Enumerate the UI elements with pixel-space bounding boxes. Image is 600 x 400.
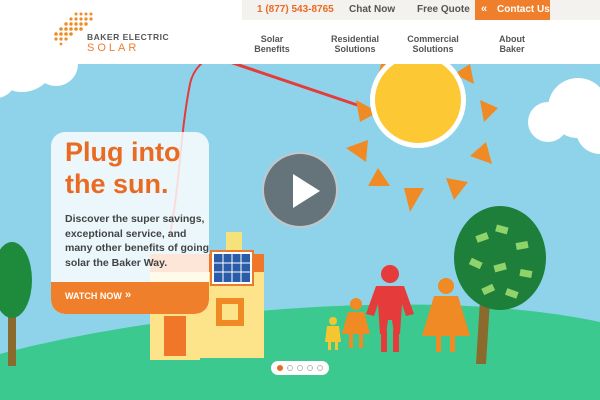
cloud-left	[0, 64, 78, 98]
page: Plug into the sun. Discover the super sa…	[0, 0, 600, 400]
carousel-dot-4[interactable]	[307, 365, 313, 371]
contact-us-label: Contact Us	[497, 4, 550, 15]
logo-wordmark-top[interactable]: BAKER ELECTRIC	[87, 32, 169, 42]
cloud-right	[528, 78, 600, 154]
watch-now-button[interactable]: WATCH NOW »	[51, 282, 209, 314]
carousel-dot-5[interactable]	[317, 365, 323, 371]
grass-hill	[0, 304, 600, 400]
nav-solar-benefits[interactable]: Solar Benefits	[244, 34, 300, 54]
play-video-button[interactable]	[262, 152, 338, 228]
nav-commercial-solutions[interactable]: Commercial Solutions	[402, 34, 464, 54]
nav-about-baker[interactable]: About Baker	[490, 34, 534, 54]
hero-promo-card: Plug into the sun. Discover the super sa…	[51, 132, 209, 314]
double-chevron-left-icon: «	[481, 3, 488, 15]
carousel-dot-2[interactable]	[287, 365, 293, 371]
nav-residential-solutions[interactable]: Residential Solutions	[325, 34, 385, 54]
watch-now-label: WATCH NOW	[65, 291, 122, 301]
sun	[346, 64, 498, 212]
double-chevron-right-icon: »	[125, 289, 132, 301]
free-quote-link[interactable]: Free Quote	[417, 0, 470, 20]
carousel-dot-1[interactable]	[277, 365, 283, 371]
chat-now-link[interactable]: Chat Now	[349, 0, 395, 20]
contact-us-button[interactable]: « Contact Us	[475, 0, 550, 20]
carousel-dot-3[interactable]	[297, 365, 303, 371]
site-header: 1 (877) 543-8765 Chat Now Free Quote « C…	[0, 0, 600, 64]
hero-tagline: Discover the super savings, exceptional …	[65, 213, 209, 269]
logo-wordmark-bottom[interactable]: SOLAR	[87, 42, 139, 54]
carousel-indicator	[271, 361, 329, 375]
hero-headline: Plug into the sun.	[65, 137, 181, 199]
phone-link[interactable]: 1 (877) 543-8765	[257, 0, 334, 20]
play-icon	[293, 174, 320, 208]
